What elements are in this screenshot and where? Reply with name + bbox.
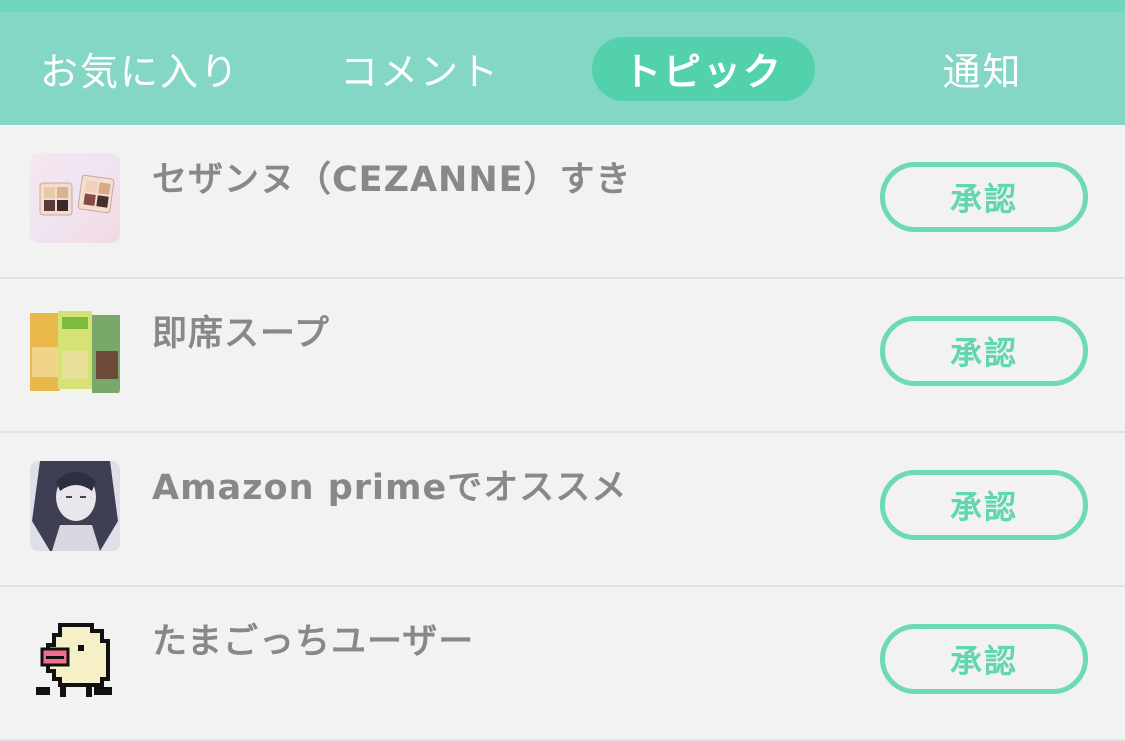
list-item[interactable]: セザンヌ（CEZANNE）すき 承認: [0, 125, 1125, 279]
topic-title: Amazon primeでオススメ: [152, 468, 628, 508]
approve-button[interactable]: 承認: [880, 470, 1088, 540]
list-item[interactable]: 即席スープ 承認: [0, 279, 1125, 433]
approve-button[interactable]: 承認: [880, 316, 1088, 386]
approve-button[interactable]: 承認: [880, 162, 1088, 232]
tab-comments-label: コメント: [339, 50, 500, 94]
soup-packets-image: [30, 307, 120, 397]
topic-title: たまごっちユーザー: [152, 622, 475, 662]
pixel-character-image: [30, 615, 120, 705]
tab-notifications[interactable]: 通知: [880, 12, 1085, 125]
topic-title: セザンヌ（CEZANNE）すき: [152, 160, 632, 200]
tab-comments[interactable]: コメント: [300, 12, 540, 125]
tab-favorites[interactable]: お気に入り: [20, 12, 260, 125]
tab-topics-label: トピック: [591, 36, 815, 101]
list-item[interactable]: Amazon primeでオススメ 承認: [0, 433, 1125, 587]
anime-character-image: [30, 461, 120, 551]
tab-favorites-label: お気に入り: [39, 50, 240, 94]
approve-button[interactable]: 承認: [880, 624, 1088, 694]
tab-bar: お気に入り コメント トピック 通知: [0, 12, 1125, 125]
eyeshadow-palette-image: [30, 153, 120, 243]
list-item[interactable]: たまごっちユーザー 承認: [0, 587, 1125, 741]
tab-topics[interactable]: トピック: [590, 12, 816, 125]
tab-notifications-label: 通知: [942, 50, 1023, 94]
topic-title: 即席スープ: [152, 314, 330, 354]
status-strip: [0, 0, 1125, 12]
